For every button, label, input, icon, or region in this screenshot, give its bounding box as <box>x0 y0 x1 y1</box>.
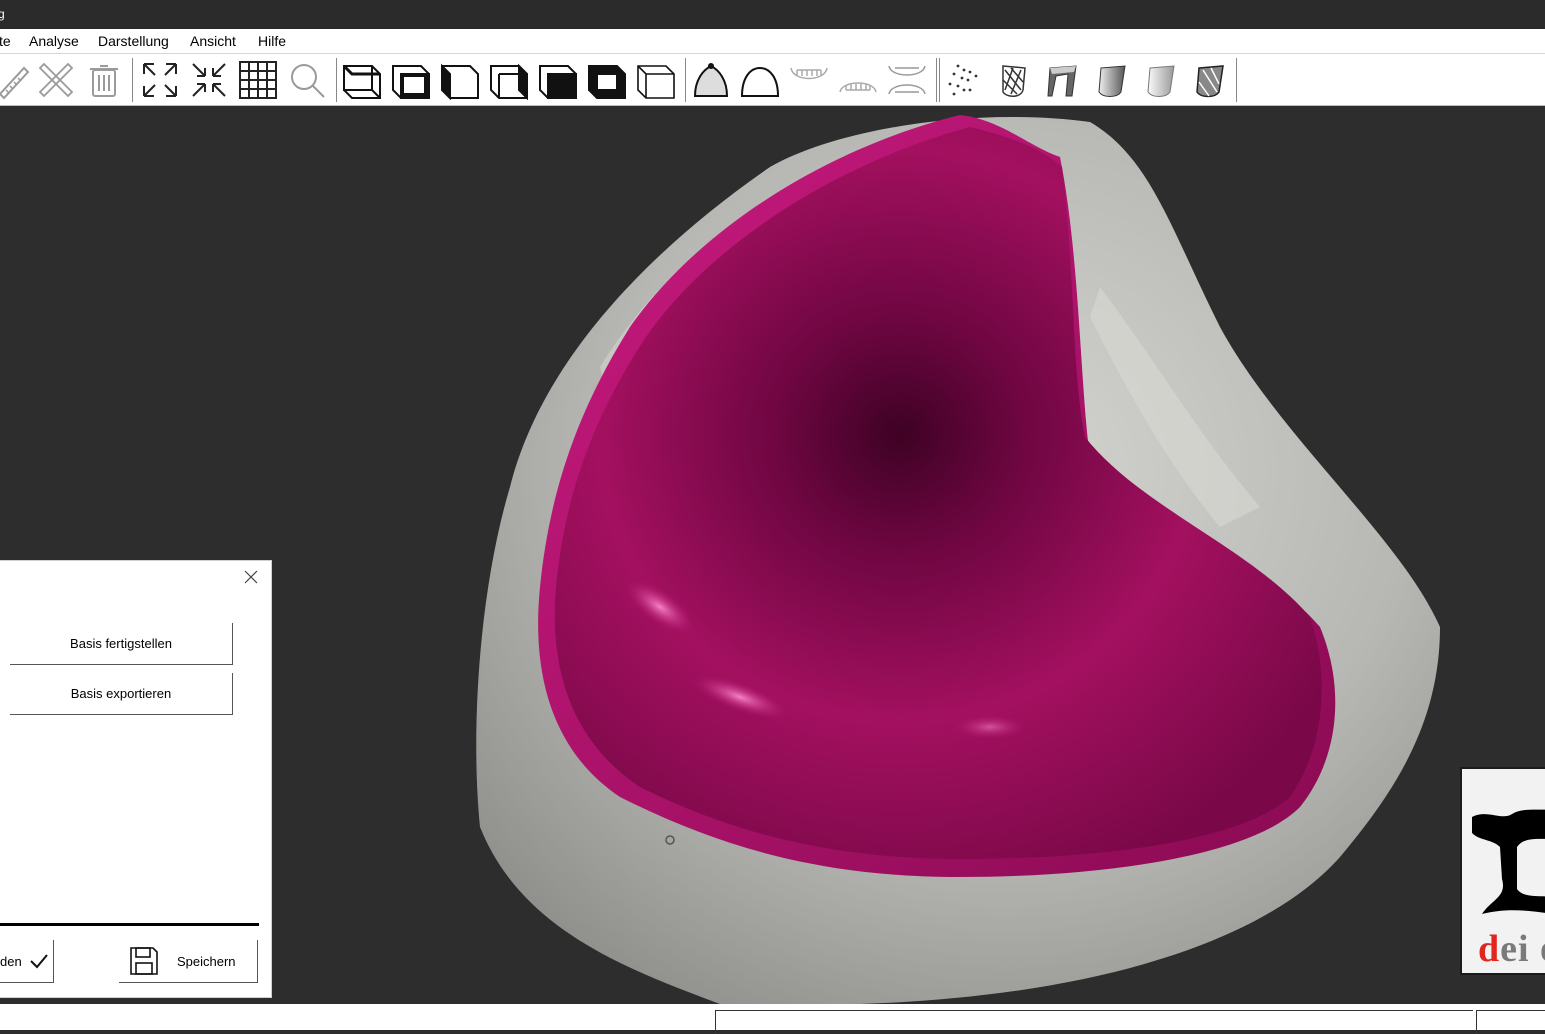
zoom-icon[interactable] <box>287 60 327 100</box>
upper-jaw-icon[interactable] <box>789 60 829 100</box>
cube-front-icon[interactable] <box>342 60 382 100</box>
cube-right-icon[interactable] <box>489 60 529 101</box>
logo-wordmark: dei e <box>1478 928 1545 970</box>
save-button[interactable]: Speichern <box>119 940 258 983</box>
grid-icon[interactable] <box>238 60 278 100</box>
tooth-dark-icon[interactable] <box>1189 60 1229 100</box>
title-bar: g <box>0 0 1545 29</box>
window-title: g <box>0 7 5 21</box>
trash-icon[interactable] <box>84 60 124 100</box>
measure-cross-icon[interactable] <box>36 60 76 100</box>
checkmark-icon <box>30 954 48 969</box>
cube-back-icon[interactable] <box>391 60 431 100</box>
ruler-icon[interactable] <box>0 60 32 100</box>
shrink-icon[interactable] <box>189 60 229 100</box>
both-jaws-icon[interactable] <box>887 60 927 100</box>
tooth-shaded-icon[interactable] <box>1091 60 1131 100</box>
cube-wire-icon[interactable] <box>636 60 676 100</box>
point-cloud-icon[interactable] <box>944 60 984 100</box>
floppy-disk-icon <box>130 947 158 975</box>
menu-item-partial[interactable]: te <box>0 33 11 49</box>
close-icon[interactable] <box>243 569 259 585</box>
menu-item-ansicht[interactable]: Ansicht <box>190 33 236 49</box>
menu-item-hilfe[interactable]: Hilfe <box>258 33 286 49</box>
company-logo: dei e <box>1460 767 1545 975</box>
save-label: Speichern <box>177 954 236 969</box>
menu-item-analyse[interactable]: Analyse <box>29 33 79 49</box>
expand-icon[interactable] <box>140 60 180 100</box>
status-field-main <box>715 1010 1473 1034</box>
logo-graphic <box>1472 809 1545 914</box>
tooth-wire-icon[interactable] <box>993 60 1033 100</box>
finish-base-button[interactable]: Basis fertigstellen <box>10 623 233 665</box>
cube-top-icon[interactable] <box>538 60 578 100</box>
apply-button[interactable]: den <box>0 940 54 983</box>
toolbar <box>0 54 1545 106</box>
status-bar <box>0 1004 1545 1034</box>
tooth-side-icon[interactable] <box>1042 60 1082 100</box>
apply-label: den <box>0 954 22 969</box>
model-dome-icon[interactable] <box>740 60 780 100</box>
tooth-light-icon[interactable] <box>1140 60 1180 100</box>
cube-bottom-icon[interactable] <box>587 60 627 100</box>
model-dotted-icon[interactable] <box>691 60 731 100</box>
base-tool-panel: Basis fertigstellen Basis exportieren de… <box>0 560 272 998</box>
cube-left-icon[interactable] <box>440 60 480 101</box>
menu-item-darstellung[interactable]: Darstellung <box>98 33 169 49</box>
export-base-button[interactable]: Basis exportieren <box>10 673 233 715</box>
lower-jaw-icon[interactable] <box>838 60 878 100</box>
menu-bar: te Analyse Darstellung Ansicht Hilfe <box>0 29 1545 54</box>
status-field-secondary <box>1476 1010 1545 1034</box>
panel-divider <box>0 923 259 926</box>
